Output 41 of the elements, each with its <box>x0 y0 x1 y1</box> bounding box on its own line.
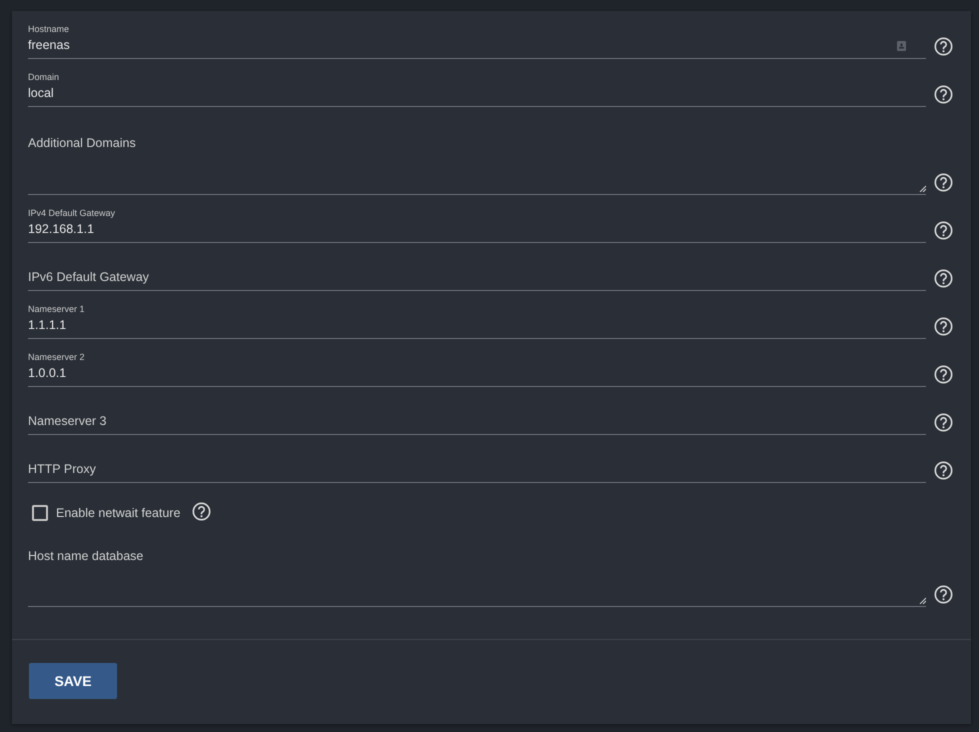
resize-grip-icon[interactable] <box>919 597 926 604</box>
text-area[interactable]: Additional Domains <box>28 107 926 195</box>
input-field[interactable]: Nameserver 3 <box>28 387 926 435</box>
field-label: IPv4 Default Gateway <box>28 208 116 218</box>
help-icon[interactable] <box>934 365 953 384</box>
help-icon[interactable] <box>934 85 953 104</box>
input-field[interactable]: Hostname freenas <box>28 11 926 59</box>
field-label: HTTP Proxy <box>28 462 96 476</box>
help-icon[interactable] <box>934 585 953 604</box>
input-field[interactable]: IPv6 Default Gateway <box>28 243 926 291</box>
help-icon[interactable] <box>934 37 953 56</box>
field-label: Additional Domains <box>28 136 136 150</box>
input-field[interactable]: HTTP Proxy <box>28 435 926 483</box>
field-value: local <box>28 86 54 100</box>
field-value: freenas <box>28 38 70 52</box>
field-value: 192.168.1.1 <box>28 222 94 236</box>
field-label: IPv6 Default Gateway <box>28 270 149 284</box>
field-value: 1.1.1.1 <box>28 318 66 332</box>
field-label: Nameserver 2 <box>28 352 85 362</box>
resize-grip-icon[interactable] <box>919 185 926 192</box>
input-field[interactable]: IPv4 Default Gateway 192.168.1.1 <box>28 195 926 243</box>
field-label: Host name database <box>28 549 144 563</box>
help-icon[interactable] <box>934 317 953 336</box>
field-label: Domain <box>28 72 60 82</box>
field-label: Nameserver 1 <box>28 304 85 314</box>
help-icon[interactable] <box>934 413 953 432</box>
input-field[interactable]: Nameserver 1 1.1.1.1 <box>28 291 926 339</box>
help-icon[interactable] <box>192 502 212 521</box>
help-icon[interactable] <box>934 461 953 480</box>
text-area[interactable]: Host name database <box>28 528 926 607</box>
field-value: 1.0.0.1 <box>28 366 66 380</box>
help-icon[interactable] <box>934 173 953 192</box>
field-label: Nameserver 3 <box>28 414 106 428</box>
input-field[interactable]: Nameserver 2 1.0.0.1 <box>28 339 926 387</box>
help-icon[interactable] <box>934 269 953 288</box>
field-label: Hostname <box>28 24 70 34</box>
save-button[interactable]: SAVE <box>29 663 117 699</box>
help-icon[interactable] <box>934 221 953 240</box>
checkbox-label: Enable netwait feature <box>56 506 180 520</box>
checkbox[interactable] <box>32 505 48 521</box>
input-field[interactable]: Domain local <box>28 59 926 107</box>
